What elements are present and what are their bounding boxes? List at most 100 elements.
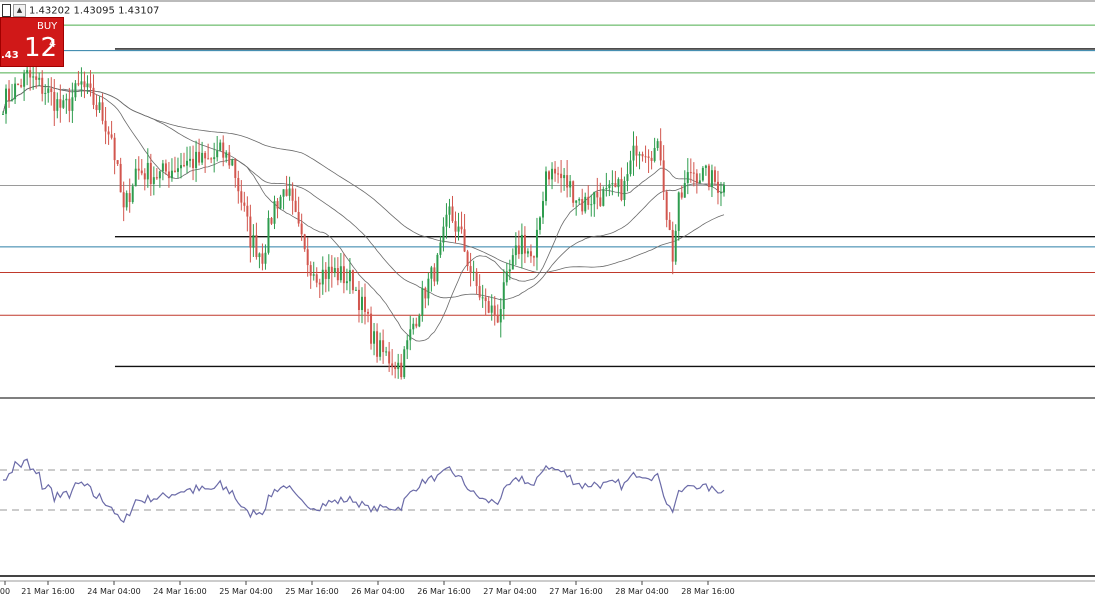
candle-body — [563, 175, 566, 179]
symbol-selector[interactable] — [2, 4, 11, 17]
candle-body — [351, 270, 354, 291]
candle-body — [44, 92, 47, 94]
x-tick-label: 25 Mar 16:00 — [285, 587, 338, 596]
candle-body — [701, 167, 704, 181]
ma-line-50 — [2, 85, 725, 301]
candle-body — [695, 173, 698, 184]
candle-body — [505, 271, 508, 283]
candle-body — [587, 196, 590, 205]
candle-body — [279, 196, 282, 209]
candle-body — [8, 88, 11, 101]
x-tick-label: 25 Mar 04:00 — [219, 587, 272, 596]
candle-body — [511, 255, 514, 270]
candle-body — [23, 73, 26, 87]
candle-body — [662, 160, 665, 192]
candle-body — [327, 266, 330, 279]
candle-body — [164, 163, 167, 172]
candle-body — [502, 282, 505, 310]
candle-body — [267, 218, 270, 253]
candle-body — [315, 274, 318, 283]
x-tick-label: 24 Mar 16:00 — [153, 587, 206, 596]
candle-body — [80, 81, 83, 85]
buy-label: BUY — [37, 21, 58, 32]
candle-body — [189, 158, 192, 161]
candle-body — [626, 174, 629, 181]
candle-body — [77, 83, 80, 85]
candle-body — [617, 179, 620, 188]
candle-body — [179, 165, 182, 169]
x-tick-label: 28 Mar 04:00 — [615, 587, 668, 596]
candle-body — [50, 88, 53, 93]
x-tick-label: 28 Mar 16:00 — [681, 587, 734, 596]
buy-button[interactable]: BUY .43 12 4 — [0, 17, 64, 67]
candle-body — [231, 159, 234, 166]
candle-body — [566, 175, 569, 188]
candle-body — [14, 83, 17, 100]
candle-body — [345, 281, 348, 284]
candle-body — [176, 168, 179, 172]
candle-body — [152, 177, 155, 184]
candle-body — [237, 177, 240, 192]
candle-body — [397, 362, 400, 370]
candle-body — [665, 191, 668, 220]
candle-body — [460, 226, 463, 230]
candle-body — [234, 159, 237, 178]
candle-body — [207, 158, 210, 160]
candle-body — [83, 81, 86, 88]
candle-body — [303, 234, 306, 250]
candle-body — [608, 184, 611, 189]
candle-body — [611, 183, 614, 185]
candle-body — [668, 219, 671, 230]
candle-body — [86, 83, 89, 88]
candle-body — [119, 163, 122, 193]
candle-body — [457, 226, 460, 232]
candle-body — [104, 120, 107, 132]
candle-body — [74, 83, 77, 98]
candle-body — [677, 192, 680, 231]
candle-body — [29, 70, 32, 78]
candle-body — [122, 192, 125, 208]
candle-body — [41, 77, 44, 94]
candle-body — [110, 134, 113, 138]
candle-body — [146, 162, 149, 180]
candle-body — [318, 282, 321, 285]
chevron-up-icon[interactable]: ▲ — [13, 4, 26, 17]
candle-body — [273, 201, 276, 224]
candle-body — [650, 157, 653, 161]
candle-body — [17, 83, 20, 86]
candle-body — [433, 267, 436, 282]
candle-body — [32, 76, 35, 78]
candle-body — [719, 192, 722, 194]
candle-body — [692, 172, 695, 174]
candle-body — [671, 229, 674, 262]
candle-body — [436, 254, 439, 282]
ohlc-readout: ▲ 1.43202 1.43095 1.43107 — [2, 4, 159, 17]
candle-body — [472, 271, 475, 273]
candle-body — [5, 88, 8, 114]
candle-body — [593, 191, 596, 205]
candle-body — [704, 165, 707, 168]
candle-body — [415, 323, 418, 327]
candle-body — [2, 113, 4, 115]
candle-body — [297, 212, 300, 224]
candle-body — [490, 305, 493, 313]
candle-body — [493, 305, 496, 315]
candle-body — [285, 189, 288, 196]
candle-body — [391, 363, 394, 367]
candle-body — [406, 340, 409, 350]
candle-body — [487, 301, 490, 313]
candle-body — [514, 245, 517, 256]
candle-body — [538, 217, 541, 230]
candle-body — [324, 269, 327, 279]
candle-body — [382, 340, 385, 353]
candle-body — [243, 202, 246, 206]
candle-body — [635, 145, 638, 156]
candle-body — [222, 142, 225, 158]
candle-body — [95, 104, 98, 111]
candle-body — [484, 297, 487, 302]
buy-price-sup: 4 — [49, 37, 56, 50]
candle-body — [192, 158, 195, 168]
candle-body — [647, 156, 650, 158]
candle-body — [364, 296, 367, 312]
candle-body — [198, 151, 201, 163]
